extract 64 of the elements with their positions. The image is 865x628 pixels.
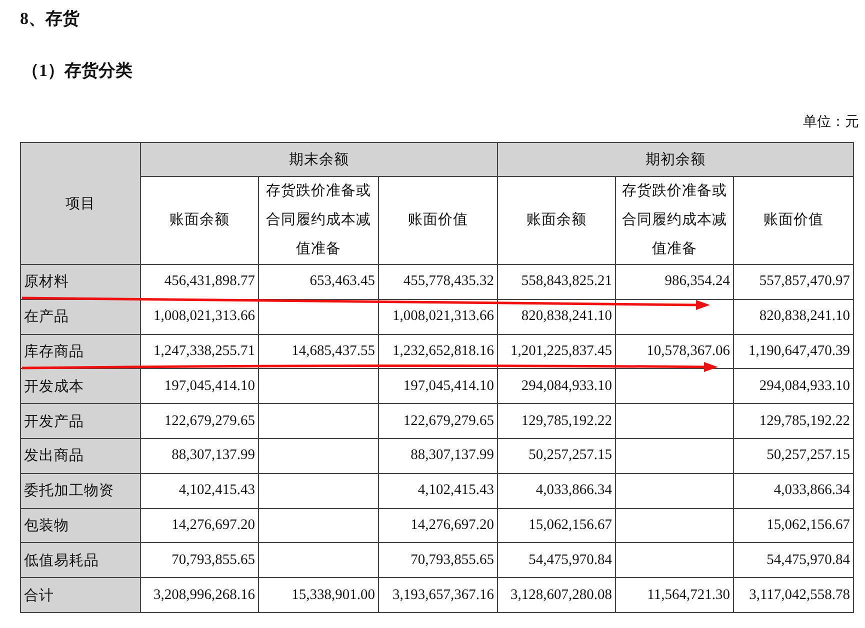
row-label: 库存商品 (20, 334, 140, 369)
table-cell: 70,793,855.65 (140, 542, 258, 578)
table-cell: 197,045,414.10 (378, 368, 498, 404)
row-label: 低值易耗品 (20, 542, 140, 578)
column-header: 存货跌价准备或合同履约成本减值准备 (258, 176, 378, 264)
table-cell: 294,084,933.10 (734, 368, 854, 404)
table-cell: 455,778,435.32 (378, 264, 498, 300)
row-label: 委托加工物资 (20, 473, 140, 508)
table-cell: 653,463.45 (258, 264, 378, 300)
column-header: 账面余额 (140, 176, 258, 264)
table-cell: 1,008,021,313.66 (140, 299, 258, 334)
table-cell: 4,102,415.43 (140, 473, 258, 508)
unit-note: 单位：元 (803, 114, 859, 132)
table-cell: 456,431,898.77 (140, 264, 258, 300)
column-header: 项目 (20, 142, 140, 264)
table-cell: 129,785,192.22 (498, 404, 616, 438)
table-cell: 70,793,855.65 (378, 542, 498, 578)
row-label: 合计 (20, 578, 140, 612)
table-cell: 54,475,970.84 (498, 542, 616, 578)
table-cell: 1,190,647,470.39 (734, 334, 854, 369)
table-cell: 122,679,279.65 (140, 404, 258, 438)
row-label: 包装物 (20, 508, 140, 543)
table-cell: 3,128,607,280.08 (498, 578, 616, 612)
table-cell: 197,045,414.10 (140, 368, 258, 404)
table-cell: 1,232,652,818.16 (378, 334, 498, 369)
table-cell: 4,102,415.43 (378, 473, 498, 508)
row-label: 发出商品 (20, 438, 140, 474)
table-cell: 557,857,470.97 (734, 264, 854, 300)
table-cell: 3,117,042,558.78 (734, 578, 854, 612)
table-cell: 4,033,866.34 (734, 473, 854, 508)
table-cell: 558,843,825.21 (498, 264, 616, 300)
table-cell: 3,208,996,268.16 (140, 578, 258, 612)
table-cell: 10,578,367.06 (616, 334, 734, 369)
subsection-title: （1）存货分类 (21, 60, 134, 82)
table-cell: 4,033,866.34 (498, 473, 616, 508)
table-cell: 15,338,901.00 (258, 578, 378, 612)
table-cell: 14,685,437.55 (258, 334, 378, 369)
table-cell: 88,307,137.99 (378, 438, 498, 474)
table-cell: 129,785,192.22 (734, 404, 854, 438)
table-cell: 14,276,697.20 (140, 508, 258, 543)
table-cell: 54,475,970.84 (734, 542, 854, 578)
column-group-header: 期初余额 (498, 142, 854, 176)
column-header: 账面价值 (378, 176, 498, 264)
column-header: 账面价值 (734, 176, 854, 264)
table-cell: 986,354.24 (616, 264, 734, 300)
table-cell: 3,193,657,367.16 (378, 578, 498, 612)
table-cell: 15,062,156.67 (498, 508, 616, 543)
column-group-header: 期末余额 (140, 142, 498, 176)
table-cell: 50,257,257.15 (734, 438, 854, 474)
table-cell: 820,838,241.10 (734, 299, 854, 334)
table-cell: 294,084,933.10 (498, 368, 616, 404)
table-cell: 88,307,137.99 (140, 438, 258, 474)
section-title: 8、存货 (19, 8, 80, 30)
table-cell: 15,062,156.67 (734, 508, 854, 543)
row-label: 开发成本 (20, 368, 140, 404)
row-label: 开发产品 (20, 404, 140, 438)
column-header: 账面余额 (498, 176, 616, 264)
table-cell: 14,276,697.20 (378, 508, 498, 543)
column-header: 存货跌价准备或合同履约成本减值准备 (616, 176, 734, 264)
row-label: 在产品 (20, 299, 140, 334)
table-cell: 50,257,257.15 (498, 438, 616, 474)
row-label: 原材料 (20, 264, 140, 300)
table-cell: 122,679,279.65 (378, 404, 498, 438)
table-cell: 11,564,721.30 (616, 578, 734, 612)
